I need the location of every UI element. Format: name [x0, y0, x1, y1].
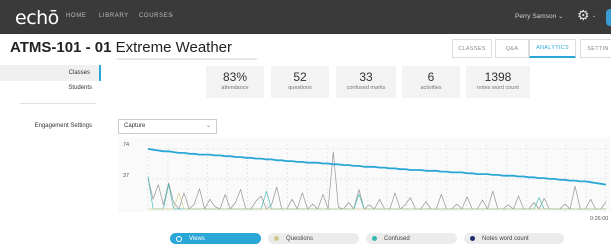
stat-label: questions — [288, 85, 312, 91]
series-line-views — [147, 148, 607, 186]
sidebar-divider — [20, 103, 96, 104]
nav-home[interactable]: HOME — [66, 13, 86, 19]
nav-courses[interactable]: COURSES — [139, 13, 173, 19]
top-nav-bar: echō HOME LIBRARY COURSES ⌄ Perry Samson… — [0, 0, 611, 34]
legend-views[interactable]: Views — [170, 233, 261, 244]
legend-dot — [470, 236, 475, 241]
stat-attendance: 83% attendance — [206, 66, 264, 98]
nav-library[interactable]: LIBRARY — [99, 13, 129, 19]
capture-select-value: Capture — [124, 123, 146, 129]
chart-canvas — [147, 144, 607, 210]
stat-value: 83% — [222, 70, 248, 84]
stat-label: confused marks — [346, 85, 386, 91]
stat-value: 52 — [293, 70, 307, 84]
stat-confused-marks: 33 confused marks — [336, 66, 396, 98]
stat-label: activities — [420, 85, 442, 91]
echo-logo[interactable]: echō — [15, 7, 59, 29]
capture-select[interactable]: Capture ⌄ — [118, 119, 217, 134]
stat-value: 1398 — [484, 70, 512, 84]
course-name: Extreme Weather — [111, 39, 233, 56]
page-title: ATMS-101 - 01 Extreme Weather — [10, 39, 232, 56]
user-menu[interactable]: Perry Samson ⌄ — [515, 12, 563, 20]
legend-label: Questions — [286, 235, 314, 242]
series-line-notes-word-count — [147, 151, 607, 210]
chevron-down-icon[interactable]: ⌄ — [169, 11, 175, 18]
legend-dot — [274, 236, 279, 241]
tab-settings[interactable]: SETTIN — [580, 39, 611, 58]
stat-notes-word-count: 1398 notes word count — [466, 66, 530, 98]
legend-dot — [372, 236, 377, 241]
tab-classes[interactable]: CLASSES — [452, 39, 492, 58]
sidebar-item-students[interactable]: Students — [0, 85, 92, 91]
course-code: ATMS-101 - 01 — [10, 39, 112, 56]
chevron-down-icon[interactable]: ⌄ — [592, 13, 596, 19]
stat-label: notes word count — [477, 85, 519, 91]
x-tick-label: 0:26:00 — [590, 216, 609, 222]
tab-qa[interactable]: Q&A — [495, 39, 529, 58]
legend-confused[interactable]: Confused — [366, 233, 457, 244]
stat-value: 33 — [359, 70, 373, 84]
engagement-chart — [118, 137, 611, 212]
y-tick-label: 74 — [123, 142, 130, 148]
legend-label: Notes word count — [482, 235, 529, 242]
gear-icon[interactable]: ⚙ — [577, 8, 590, 22]
chevron-down-icon: ⌄ — [205, 123, 211, 129]
sidebar-item-engagement-settings[interactable]: Engagement Settings — [0, 123, 92, 129]
legend-notes-word-count[interactable]: Notes word count — [464, 233, 564, 244]
sidebar-item-classes[interactable]: Classes — [0, 65, 101, 81]
legend-label: Confused — [384, 235, 410, 242]
legend-label: Views — [189, 235, 205, 242]
tab-analytics[interactable]: ANALYTICS — [529, 39, 576, 58]
stat-questions: 52 questions — [271, 66, 329, 98]
legend-dot — [176, 235, 182, 242]
stat-value: 6 — [427, 70, 435, 84]
stats-strip-edge — [117, 58, 257, 60]
y-tick-label: 37 — [123, 173, 130, 179]
stat-activities: 6 activities — [402, 66, 460, 98]
legend-questions[interactable]: Questions — [268, 233, 359, 244]
account-button[interactable] — [606, 9, 611, 26]
stat-label: attendance — [221, 85, 249, 91]
